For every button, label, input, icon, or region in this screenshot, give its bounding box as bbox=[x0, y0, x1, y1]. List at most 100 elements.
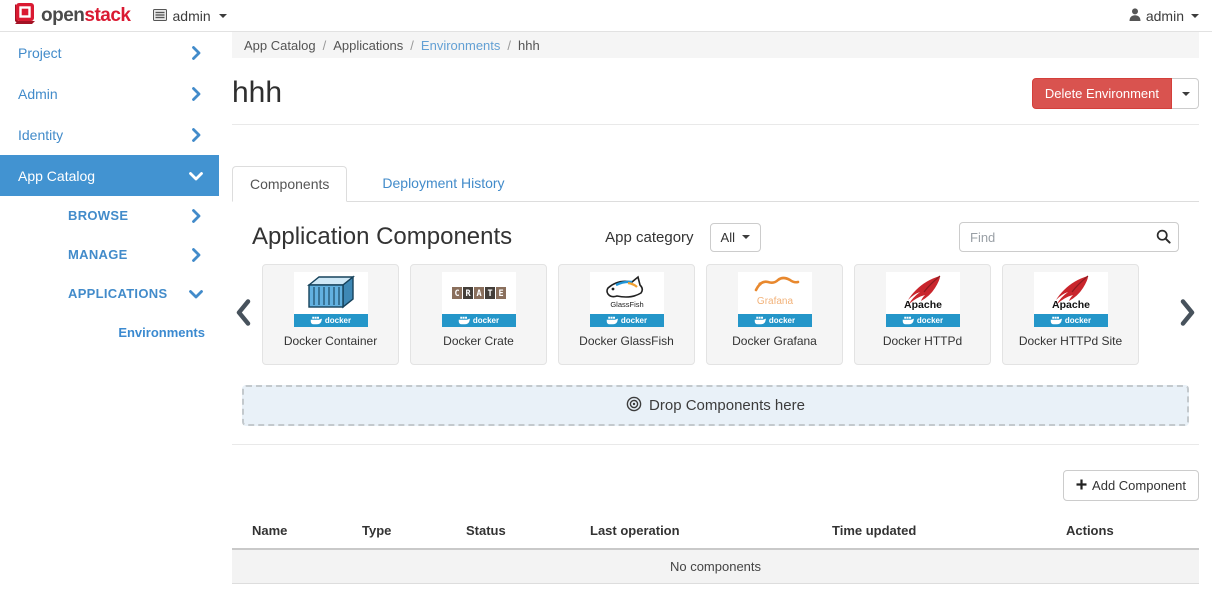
docker-ribbon: docker bbox=[1034, 314, 1108, 327]
section-divider bbox=[232, 444, 1199, 445]
docker-ribbon: docker bbox=[738, 314, 812, 327]
carousel-right-arrow[interactable] bbox=[1178, 299, 1197, 331]
user-icon bbox=[1129, 8, 1141, 24]
chevron-right-icon bbox=[191, 87, 201, 101]
components-table: Name Type Status Last operation Time upd… bbox=[232, 515, 1199, 584]
column-header-name: Name bbox=[232, 515, 362, 549]
tab-components[interactable]: Components bbox=[232, 166, 347, 202]
column-header-time-updated: Time updated bbox=[832, 515, 1066, 549]
caret-down-icon bbox=[1191, 14, 1199, 18]
component-card-label: Docker Grafana bbox=[707, 334, 842, 348]
chevron-right-icon bbox=[191, 248, 201, 262]
empty-message: No components bbox=[232, 549, 1199, 584]
column-header-status: Status bbox=[466, 515, 590, 549]
chevron-right-icon bbox=[191, 128, 201, 142]
component-card-docker-httpd[interactable]: Apache docker Docker HTTPd bbox=[854, 264, 991, 365]
docker-ribbon: docker bbox=[442, 314, 516, 327]
plus-icon bbox=[1076, 478, 1087, 493]
app-window: openstack admin admin bbox=[0, 0, 1212, 592]
tab-deployment-history[interactable]: Deployment History bbox=[365, 166, 521, 201]
chevron-down-icon bbox=[191, 169, 201, 183]
caret-down-icon bbox=[742, 235, 750, 239]
svg-text:E: E bbox=[498, 289, 503, 299]
breadcrumb-app-catalog: App Catalog bbox=[244, 38, 316, 53]
svg-text:R: R bbox=[465, 289, 471, 299]
docker-ribbon: docker bbox=[886, 314, 960, 327]
user-menu[interactable]: admin bbox=[1129, 8, 1199, 24]
title-divider bbox=[232, 124, 1199, 125]
component-card-docker-grafana[interactable]: Grafana docker Docker Grafana bbox=[706, 264, 843, 365]
breadcrumb-applications: Applications bbox=[333, 38, 403, 53]
page-title: hhh bbox=[232, 78, 282, 108]
apache-icon: Apache bbox=[886, 272, 960, 314]
grafana-icon: Grafana bbox=[738, 272, 812, 314]
component-card-label: Docker HTTPd Site bbox=[1003, 334, 1138, 348]
find-input[interactable] bbox=[959, 222, 1179, 252]
list-icon bbox=[153, 8, 167, 24]
app-category-dropdown[interactable]: All bbox=[710, 223, 761, 252]
glassfish-icon: GlassFish bbox=[590, 272, 664, 314]
bullseye-icon bbox=[626, 396, 642, 416]
components-heading: Application Components bbox=[252, 223, 512, 251]
sidebar-item-admin[interactable]: Admin bbox=[0, 73, 219, 114]
sidebar: Project Admin Identity App Catalog BROWS… bbox=[0, 32, 219, 592]
sidebar-item-manage[interactable]: MANAGE bbox=[0, 235, 219, 274]
column-header-actions: Actions bbox=[1066, 515, 1199, 549]
svg-text:Apache: Apache bbox=[1052, 299, 1090, 311]
app-category-label: App category bbox=[605, 229, 693, 246]
svg-text:A: A bbox=[476, 289, 481, 299]
breadcrumb: App Catalog / Applications / Environment… bbox=[232, 32, 1199, 58]
sidebar-item-project[interactable]: Project bbox=[0, 32, 219, 73]
sidebar-item-environments[interactable]: Environments bbox=[0, 313, 219, 352]
component-card-docker-container[interactable]: docker Docker Container bbox=[262, 264, 399, 365]
topbar: openstack admin admin bbox=[0, 0, 1212, 32]
component-card-label: Docker HTTPd bbox=[855, 334, 990, 348]
empty-table-row: No components bbox=[232, 549, 1199, 584]
delete-environment-button[interactable]: Delete Environment bbox=[1032, 78, 1172, 109]
components-carousel: docker Docker Container C R bbox=[232, 264, 1199, 365]
caret-down-icon bbox=[1182, 92, 1190, 96]
component-card-label: Docker Container bbox=[263, 334, 398, 348]
tab-bar: Components Deployment History bbox=[232, 166, 1199, 202]
delete-environment-button-group: Delete Environment bbox=[1032, 78, 1199, 109]
docker-ribbon: docker bbox=[294, 314, 368, 327]
sidebar-item-identity[interactable]: Identity bbox=[0, 114, 219, 155]
svg-text:Grafana: Grafana bbox=[756, 296, 793, 307]
sidebar-item-browse[interactable]: BROWSE bbox=[0, 196, 219, 235]
add-component-button[interactable]: Add Component bbox=[1063, 470, 1199, 501]
magnifier-icon[interactable] bbox=[1156, 229, 1171, 249]
chevron-right-icon bbox=[191, 209, 201, 223]
svg-text:Apache: Apache bbox=[904, 299, 942, 311]
column-header-last-operation: Last operation bbox=[590, 515, 832, 549]
carousel-left-arrow[interactable] bbox=[234, 299, 253, 331]
openstack-logo-text: openstack bbox=[41, 5, 131, 27]
column-header-type: Type bbox=[362, 515, 466, 549]
openstack-logo-icon bbox=[13, 2, 35, 29]
caret-down-icon bbox=[219, 14, 227, 18]
content-area: App Catalog / Applications / Environment… bbox=[219, 32, 1212, 592]
openstack-logo[interactable]: openstack bbox=[13, 2, 131, 29]
component-card-label: Docker Crate bbox=[411, 334, 546, 348]
svg-text:GlassFish: GlassFish bbox=[610, 300, 643, 309]
delete-environment-dropdown-toggle[interactable] bbox=[1172, 78, 1199, 109]
dropzone-label: Drop Components here bbox=[649, 397, 805, 414]
breadcrumb-current: hhh bbox=[518, 38, 540, 53]
svg-text:C: C bbox=[454, 289, 459, 299]
component-card-docker-httpd-site[interactable]: Apache docker Docker HTTPd Site bbox=[1002, 264, 1139, 365]
svg-text:T: T bbox=[487, 289, 492, 299]
user-name: admin bbox=[1146, 8, 1184, 24]
crate-icon: C R A T E bbox=[442, 272, 516, 314]
drop-components-zone[interactable]: Drop Components here bbox=[242, 385, 1189, 426]
chevron-right-icon bbox=[191, 46, 201, 60]
component-card-docker-glassfish[interactable]: GlassFish docker Docker GlassFish bbox=[558, 264, 695, 365]
docker-ribbon: docker bbox=[590, 314, 664, 327]
sidebar-item-applications[interactable]: APPLICATIONS bbox=[0, 274, 219, 313]
context-label: admin bbox=[173, 8, 211, 24]
table-header-row: Name Type Status Last operation Time upd… bbox=[232, 515, 1199, 549]
breadcrumb-environments-link[interactable]: Environments bbox=[421, 38, 500, 53]
sidebar-item-app-catalog[interactable]: App Catalog bbox=[0, 155, 219, 196]
component-card-docker-crate[interactable]: C R A T E docker bbox=[410, 264, 547, 365]
project-context-switcher[interactable]: admin bbox=[153, 8, 227, 24]
chevron-down-icon bbox=[191, 287, 201, 301]
component-card-label: Docker GlassFish bbox=[559, 334, 694, 348]
